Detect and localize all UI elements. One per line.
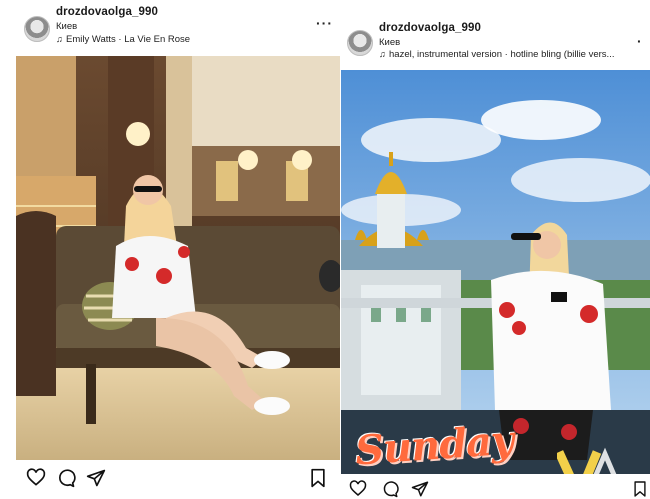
location[interactable]: Киев: [56, 21, 77, 32]
post-photo[interactable]: [16, 56, 340, 460]
music-note-icon: ♫: [379, 49, 386, 59]
heart-icon[interactable]: [26, 468, 46, 488]
watermark-logo: [557, 447, 617, 474]
avatar[interactable]: [347, 30, 373, 56]
avatar[interactable]: [24, 16, 50, 42]
location[interactable]: Киев: [379, 37, 400, 48]
send-icon[interactable]: [86, 468, 106, 488]
more-icon[interactable]: ·: [637, 34, 643, 48]
username[interactable]: drozdovaolga_990: [56, 6, 158, 18]
music-info[interactable]: ♫ Emily Watts · La Vie En Rose: [56, 34, 190, 45]
instagram-post-right: drozdovaolga_990 Киев ♫ hazel, instrument…: [341, 0, 650, 499]
username[interactable]: drozdovaolga_990: [379, 22, 481, 34]
send-icon[interactable]: [411, 480, 431, 499]
hotel-lobby-photo: [16, 56, 340, 460]
bookmark-icon[interactable]: [633, 480, 650, 499]
comment-icon[interactable]: [381, 480, 401, 499]
instagram-post-left: drozdovaolga_990 Киев ♫ Emily Watts · La …: [0, 0, 340, 499]
music-label: hazel, instrumental version · hotline bl…: [389, 49, 615, 60]
action-bar: [349, 480, 649, 499]
more-icon[interactable]: ···: [316, 16, 333, 30]
music-note-icon: ♫: [56, 34, 63, 44]
post-photo[interactable]: Sunday: [341, 70, 650, 474]
bookmark-icon[interactable]: [308, 468, 328, 488]
comment-icon[interactable]: [56, 468, 76, 488]
music-label: Emily Watts · La Vie En Rose: [66, 34, 191, 45]
heart-icon[interactable]: [349, 480, 369, 499]
post-header: drozdovaolga_990 Киев ♫ Emily Watts · La …: [0, 0, 340, 56]
music-info[interactable]: ♫ hazel, instrumental version · hotline b…: [379, 49, 614, 60]
action-bar: [26, 468, 330, 492]
post-header: drozdovaolga_990 Киев ♫ hazel, instrument…: [341, 0, 650, 60]
kyiv-cathedral-photo: [341, 70, 650, 474]
